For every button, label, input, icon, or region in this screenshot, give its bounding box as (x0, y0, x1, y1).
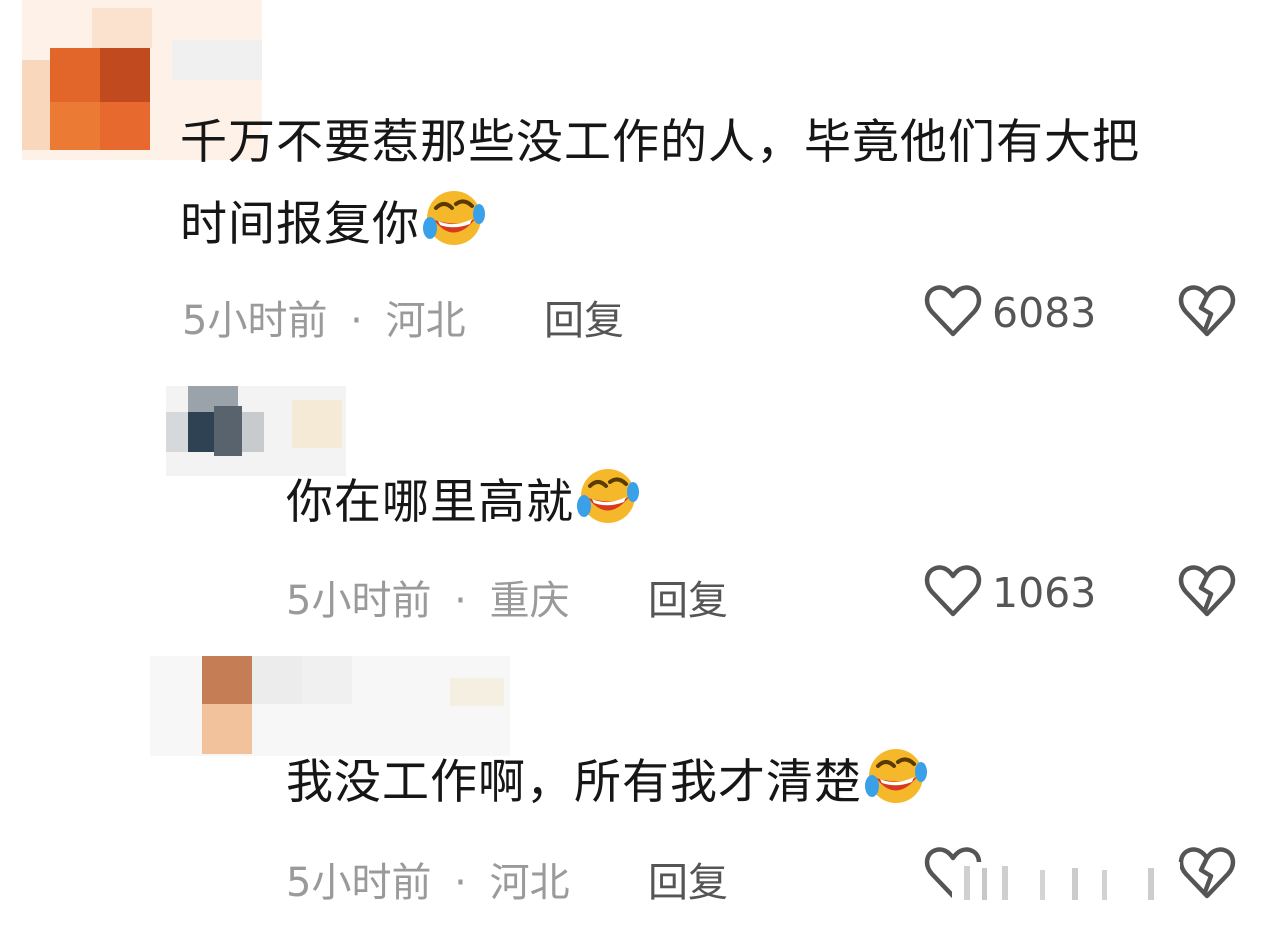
dislike-button[interactable] (1178, 564, 1236, 622)
dislike-button[interactable] (1178, 284, 1236, 342)
timestamp: 5小时前 (286, 860, 432, 906)
overlay-mask (952, 862, 1180, 924)
comment-text: 千万不要惹那些没工作的人，毕竟他们有大把 时间报复你 (180, 102, 1140, 274)
timestamp: 5小时前 (286, 578, 432, 624)
comment-text: 你在哪里高就 (286, 462, 640, 552)
avatar[interactable] (150, 656, 510, 756)
comment-text-line: 你在哪里高就 (286, 475, 574, 530)
comment-text-line: 千万不要惹那些没工作的人，毕竟他们有大把 (180, 115, 1140, 170)
separator-dot: · (350, 298, 363, 344)
heart-outline-icon (924, 284, 982, 342)
comment-meta: 5小时前 · 河北 (182, 288, 466, 346)
rofl-emoji-icon (422, 188, 486, 274)
broken-heart-icon (1178, 565, 1236, 622)
comment-meta: 5小时前 · 重庆 (286, 568, 570, 626)
broken-heart-icon (1178, 847, 1236, 904)
timestamp: 5小时前 (182, 298, 328, 344)
like-button[interactable]: 1063 (924, 564, 1096, 622)
reply-button[interactable]: 回复 (648, 568, 728, 626)
comment-meta: 5小时前 · 河北 (286, 850, 570, 908)
separator-dot: · (454, 860, 467, 906)
heart-outline-icon (924, 564, 982, 622)
like-count: 1063 (992, 569, 1097, 617)
like-count: 6083 (992, 289, 1097, 337)
separator-dot: · (454, 578, 467, 624)
comment-text-line: 我没工作啊，所有我才清楚 (286, 755, 862, 810)
broken-heart-icon (1178, 285, 1236, 342)
location: 河北 (489, 860, 570, 906)
comment-text-line: 时间报复你 (180, 197, 420, 252)
dislike-button[interactable] (1178, 846, 1236, 904)
location: 河北 (385, 298, 466, 344)
location: 重庆 (489, 578, 570, 624)
rofl-emoji-icon (864, 746, 928, 832)
reply-button[interactable]: 回复 (544, 288, 624, 346)
rofl-emoji-icon (576, 466, 640, 552)
like-button[interactable]: 6083 (924, 284, 1096, 342)
comment-text: 我没工作啊，所有我才清楚 (286, 742, 928, 832)
reply-button[interactable]: 回复 (648, 850, 728, 908)
